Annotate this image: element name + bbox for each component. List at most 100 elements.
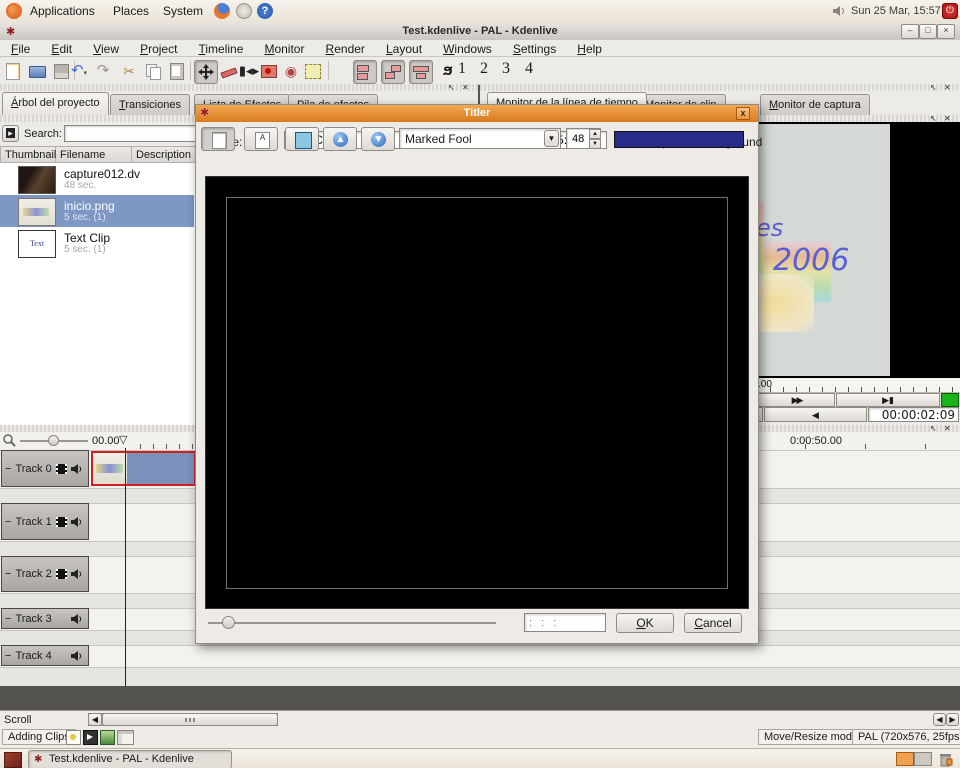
dock-restore-icon[interactable]: ↖	[930, 425, 937, 432]
lower-object-button[interactable]: ▼	[361, 127, 395, 151]
tab-capture-monitor[interactable]: Monitor de captura	[760, 94, 870, 115]
cut-icon[interactable]: ✂	[118, 60, 140, 82]
track-0-header[interactable]: − Track 0	[1, 450, 89, 487]
dock-restore-icon[interactable]: ↖	[448, 84, 455, 91]
title-canvas[interactable]	[205, 176, 749, 609]
dock-close-icon[interactable]: ✕	[462, 84, 469, 91]
marker-status-icon[interactable]	[66, 730, 81, 745]
marker-icon[interactable]: ◉	[280, 60, 302, 82]
raise-object-button[interactable]: ▲	[323, 127, 357, 151]
image-status-icon[interactable]	[100, 730, 115, 745]
record-icon[interactable]	[258, 60, 280, 82]
collapse-track-icon[interactable]: −	[5, 516, 11, 528]
zoom-slider-handle[interactable]	[48, 435, 59, 446]
track-3-header[interactable]: − Track 3	[1, 608, 89, 629]
menu-settings[interactable]: Settings	[504, 40, 565, 58]
system-menu[interactable]: System	[163, 4, 203, 18]
show-desktop-icon[interactable]	[4, 752, 22, 768]
add-rect-button[interactable]	[285, 127, 319, 151]
dialog-close-icon[interactable]: x	[736, 107, 750, 120]
dock-close-icon[interactable]: ✕	[944, 425, 951, 432]
dialog-slider-track[interactable]	[208, 622, 496, 624]
forward-button[interactable]: ▶▶	[758, 393, 835, 407]
tab-transitions[interactable]: Transiciones	[110, 94, 190, 115]
move-tool-icon[interactable]	[194, 60, 218, 84]
power-icon[interactable]: ⏻	[942, 3, 958, 19]
cancel-button[interactable]: Cancel	[684, 613, 742, 633]
places-menu[interactable]: Places	[113, 4, 149, 18]
new-document-icon[interactable]	[2, 60, 24, 82]
speaker-icon[interactable]	[71, 517, 82, 527]
collapse-track-icon[interactable]: −	[5, 613, 11, 625]
workspace-2-cell[interactable]	[914, 752, 932, 766]
track-1-header[interactable]: − Track 1	[1, 503, 89, 540]
font-size-spinner[interactable]: ▲ ▼	[566, 128, 601, 149]
applications-menu[interactable]: Applications	[30, 4, 95, 18]
pane-scroll-left-icon[interactable]: ◀	[933, 713, 946, 726]
selection-tool-icon[interactable]	[302, 60, 324, 82]
col-thumbnail[interactable]: Thumbnail	[0, 146, 56, 163]
speaker-icon[interactable]	[71, 651, 82, 661]
video-track-icon[interactable]	[56, 517, 67, 527]
menu-help[interactable]: Help	[568, 40, 611, 58]
dock-restore-icon[interactable]: ↖	[930, 115, 937, 122]
menu-file[interactable]: File	[2, 40, 39, 58]
ok-button[interactable]: OK	[616, 613, 674, 633]
chevron-down-icon[interactable]: ▼	[544, 130, 559, 147]
menu-windows[interactable]: Windows	[434, 40, 501, 58]
go-to-end-button[interactable]: ▶▮	[836, 393, 940, 407]
monitor-dock-handle[interactable]: ↖ ✕	[480, 84, 960, 91]
monitor-timecode[interactable]: 00:00:02:09	[868, 407, 959, 422]
menu-project[interactable]: Project	[131, 40, 186, 58]
font-family-select[interactable]: Marked Fool ▼	[399, 128, 561, 149]
cursor-status-icon[interactable]	[83, 730, 98, 745]
dock-restore-icon[interactable]: ↖	[930, 84, 937, 91]
view-mode-3-icon[interactable]	[409, 60, 433, 84]
playhead-marker-icon[interactable]: ▽	[119, 433, 127, 446]
menu-view[interactable]: View	[84, 40, 128, 58]
menu-timeline[interactable]: Timeline	[189, 40, 252, 58]
playhead-line[interactable]	[125, 448, 126, 686]
maximize-button[interactable]: □	[919, 24, 937, 39]
speaker-icon[interactable]	[71, 569, 82, 579]
clear-search-button[interactable]: ▸	[2, 125, 19, 142]
trash-icon[interactable]	[938, 751, 953, 768]
timeline-status-icon[interactable]	[117, 730, 134, 745]
menu-render[interactable]: Render	[317, 40, 374, 58]
paste-icon[interactable]	[166, 60, 188, 82]
dialog-slider-handle[interactable]	[222, 616, 235, 629]
minimize-button[interactable]: –	[901, 24, 919, 39]
audio-thumbnails-icon[interactable]: ϧ	[437, 60, 459, 82]
dock-close-icon[interactable]: ✕	[944, 84, 951, 91]
track-2-header[interactable]: − Track 2	[1, 556, 89, 592]
firefox-icon[interactable]	[214, 3, 230, 19]
speaker-icon[interactable]	[71, 614, 82, 624]
video-track-icon[interactable]	[56, 569, 67, 579]
collapse-track-icon[interactable]: −	[5, 650, 11, 662]
undo-icon[interactable]: ↶▾	[66, 60, 92, 82]
redo-icon[interactable]: ↷	[92, 60, 114, 82]
workspace-1-cell[interactable]	[896, 752, 914, 766]
open-project-icon[interactable]	[26, 60, 48, 82]
add-text-button[interactable]: A	[244, 127, 278, 151]
project-dock-handle[interactable]: ↖ ✕	[0, 84, 478, 91]
menu-monitor[interactable]: Monitor	[255, 40, 313, 58]
view-mode-2-icon[interactable]	[381, 60, 405, 84]
copy-icon[interactable]	[142, 60, 164, 82]
layout-2-button[interactable]: 2	[480, 60, 488, 78]
scroll-left-icon[interactable]: ◀	[88, 713, 102, 726]
track-4-lane[interactable]	[0, 645, 960, 668]
close-button[interactable]: ×	[937, 24, 955, 39]
menu-edit[interactable]: Edit	[42, 40, 81, 58]
spacer-tool-icon[interactable]: ▮◂▸	[238, 60, 260, 82]
rewind-button[interactable]: ◀	[764, 407, 867, 422]
spin-up-icon[interactable]: ▲	[589, 129, 601, 139]
view-mode-1-icon[interactable]	[353, 60, 377, 84]
pane-scroll-right-icon[interactable]: ▶	[946, 713, 959, 726]
ubuntu-logo-icon[interactable]	[6, 3, 22, 19]
dock-close-icon[interactable]: ✕	[944, 115, 951, 122]
coordinates-field[interactable]	[524, 613, 606, 632]
zoom-icon[interactable]	[3, 434, 17, 451]
clip-row-inicio[interactable]: inicio.png 5 sec. (1)	[0, 195, 194, 227]
dialog-titlebar[interactable]: ✱ Titler x	[196, 105, 758, 122]
